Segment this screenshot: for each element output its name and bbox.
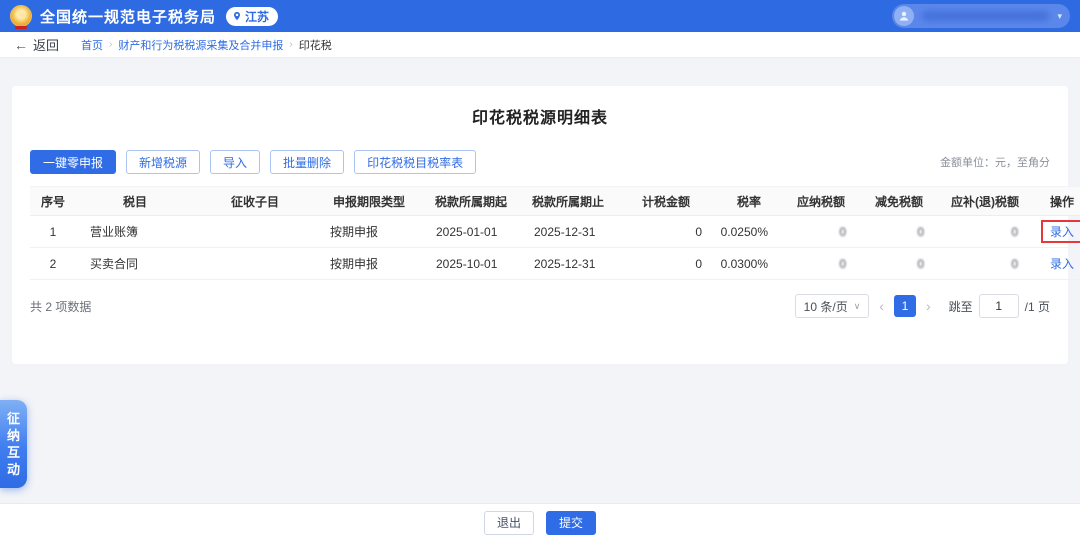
jump-label: 跳至: [949, 298, 973, 315]
back-arrow-icon: ←: [14, 37, 28, 53]
cell-reduction: 0: [860, 216, 938, 248]
add-tax-source-button[interactable]: 新增税源: [126, 150, 200, 174]
cell-period-type: 按期申报: [316, 248, 422, 280]
tax-bureau-logo-icon: [10, 5, 32, 27]
table-header-row: 序号 税目 征收子目 申报期限类型 税款所属期起 税款所属期止 计税金额 税率 …: [30, 187, 1080, 216]
cell-reduction: 0: [860, 248, 938, 280]
col-reduction: 减免税额: [860, 187, 938, 216]
col-taxable-amount: 计税金额: [616, 187, 716, 216]
cell-taxable-amount: 0: [616, 216, 716, 248]
cell-taxable-amount: 0: [616, 248, 716, 280]
app-header: 全国统一规范电子税务局 江苏 ▾: [0, 0, 1080, 32]
breadcrumb-collection[interactable]: 财产和行为税税源采集及合并申报: [118, 37, 283, 53]
region-badge-label: 江苏: [245, 8, 269, 25]
prev-page-button[interactable]: ‹: [879, 298, 884, 314]
tax-source-table: 序号 税目 征收子目 申报期限类型 税款所属期起 税款所属期止 计税金额 税率 …: [30, 186, 1080, 280]
back-button[interactable]: ← 返回: [14, 35, 59, 54]
enter-record-link[interactable]: 录入: [1050, 225, 1074, 239]
cell-action: 录入: [1032, 248, 1080, 280]
app-title: 全国统一规范电子税务局: [40, 6, 216, 27]
col-period-end: 税款所属期止: [520, 187, 616, 216]
table-row: 2 买卖合同 按期申报 2025-10-01 2025-12-31 0 0.03…: [30, 248, 1080, 280]
footer-action-bar: 退出 提交: [0, 503, 1080, 541]
cell-tax-item: 买卖合同: [76, 248, 194, 280]
cell-period-start: 2025-01-01: [422, 216, 520, 248]
one-click-zero-declare-button[interactable]: 一键零申报: [30, 150, 116, 174]
cell-tax-item: 营业账簿: [76, 216, 194, 248]
back-label: 返回: [33, 35, 59, 54]
next-page-button[interactable]: ›: [926, 298, 931, 314]
col-period-start: 税款所属期起: [422, 187, 520, 216]
batch-delete-button[interactable]: 批量删除: [270, 150, 344, 174]
cell-action: 录入: [1032, 216, 1080, 248]
cell-seq: 1: [30, 216, 76, 248]
cell-period-start: 2025-10-01: [422, 248, 520, 280]
location-pin-icon: [232, 11, 242, 21]
col-due-refund: 应补(退)税额: [938, 187, 1032, 216]
col-seq: 序号: [30, 187, 76, 216]
col-sub-item: 征收子目: [194, 187, 316, 216]
user-account-dropdown[interactable]: ▾: [892, 4, 1070, 28]
region-badge[interactable]: 江苏: [226, 7, 278, 26]
breadcrumb-separator: ›: [289, 39, 292, 50]
cell-due-refund: 0: [938, 248, 1032, 280]
page-size-value: 10 条/页: [804, 298, 848, 315]
exit-button[interactable]: 退出: [484, 511, 534, 535]
breadcrumb: 首页 › 财产和行为税税源采集及合并申报 › 印花税: [81, 37, 332, 53]
user-avatar-icon: [894, 6, 914, 26]
col-action: 操作: [1032, 187, 1080, 216]
breadcrumb-home[interactable]: 首页: [81, 37, 103, 53]
enter-record-link[interactable]: 录入: [1050, 257, 1074, 271]
breadcrumb-current: 印花税: [299, 37, 332, 53]
submit-button[interactable]: 提交: [546, 511, 596, 535]
table-row: 1 营业账簿 按期申报 2025-01-01 2025-12-31 0 0.02…: [30, 216, 1080, 248]
user-name-redacted: [922, 11, 1049, 21]
stamp-tax-card: 印花税税源明细表 一键零申报 新增税源 导入 批量删除 印花税税目税率表 金额单…: [12, 86, 1068, 364]
col-period-type: 申报期限类型: [316, 187, 422, 216]
cell-period-end: 2025-12-31: [520, 248, 616, 280]
cell-period-type: 按期申报: [316, 216, 422, 248]
col-rate: 税率: [716, 187, 782, 216]
cell-tax-payable: 0: [782, 248, 860, 280]
breadcrumb-separator: ›: [109, 39, 112, 50]
cell-rate: 0.0250%: [716, 216, 782, 248]
cell-seq: 2: [30, 248, 76, 280]
col-tax-payable: 应纳税额: [782, 187, 860, 216]
action-highlight-box: 录入: [1041, 220, 1080, 243]
total-pages-label: /1 页: [1025, 298, 1050, 315]
chevron-down-icon: ∨: [854, 301, 861, 312]
breadcrumb-bar: ← 返回 首页 › 财产和行为税税源采集及合并申报 › 印花税: [0, 32, 1080, 58]
page-title: 印花税税源明细表: [30, 104, 1050, 128]
cell-due-refund: 0: [938, 216, 1032, 248]
cell-rate: 0.0300%: [716, 248, 782, 280]
cell-period-end: 2025-12-31: [520, 216, 616, 248]
pagination: 10 条/页 ∨ ‹ 1 › 跳至 /1 页: [795, 294, 1050, 318]
chevron-down-icon: ▾: [1057, 11, 1062, 22]
page-size-select[interactable]: 10 条/页 ∨: [795, 294, 870, 318]
col-tax-item: 税目: [76, 187, 194, 216]
cell-sub-item: [194, 248, 316, 280]
cell-sub-item: [194, 216, 316, 248]
amount-unit-note: 金额单位：元，至角分: [940, 154, 1050, 170]
toolbar: 一键零申报 新增税源 导入 批量删除 印花税税目税率表 金额单位：元，至角分: [30, 150, 1050, 174]
total-count-label: 共 2 项数据: [30, 298, 91, 315]
cell-tax-payable: 0: [782, 216, 860, 248]
page-jump: 跳至 /1 页: [949, 294, 1050, 318]
side-tab-label: 征纳互动: [7, 410, 21, 478]
page-number-1[interactable]: 1: [894, 295, 916, 317]
jump-page-input[interactable]: [979, 294, 1019, 318]
tax-interaction-side-tab[interactable]: 征纳互动: [0, 400, 27, 488]
stamp-tax-rate-table-button[interactable]: 印花税税目税率表: [354, 150, 476, 174]
import-button[interactable]: 导入: [210, 150, 260, 174]
table-footer: 共 2 项数据 10 条/页 ∨ ‹ 1 › 跳至 /1 页: [30, 294, 1050, 318]
